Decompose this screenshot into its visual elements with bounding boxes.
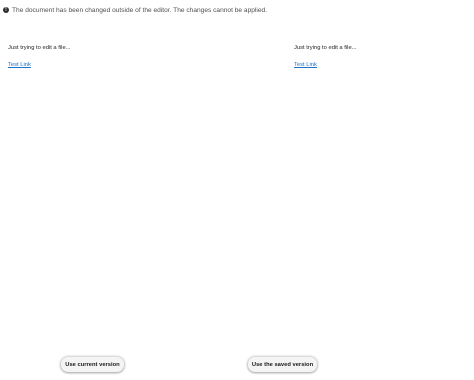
saved-version-link[interactable]: Test Link — [294, 61, 357, 70]
saved-version-text: Just trying to edit a file... — [294, 45, 357, 51]
info-icon: ! — [3, 7, 9, 13]
conflict-notice: ! The document has been changed outside … — [3, 5, 267, 15]
conflict-dialog: ! The document has been changed outside … — [0, 0, 474, 380]
current-version-link[interactable]: Test Link — [8, 61, 71, 70]
saved-version-pane: Just trying to edit a file... Test Link — [294, 44, 357, 70]
use-current-version-button[interactable]: Use current version — [61, 357, 124, 372]
current-version-pane: Just trying to edit a file... Test Link — [8, 44, 71, 70]
notice-text: The document has been changed outside of… — [12, 6, 268, 14]
use-saved-version-button[interactable]: Use the saved version — [248, 357, 317, 372]
current-version-text: Just trying to edit a file... — [8, 45, 71, 51]
